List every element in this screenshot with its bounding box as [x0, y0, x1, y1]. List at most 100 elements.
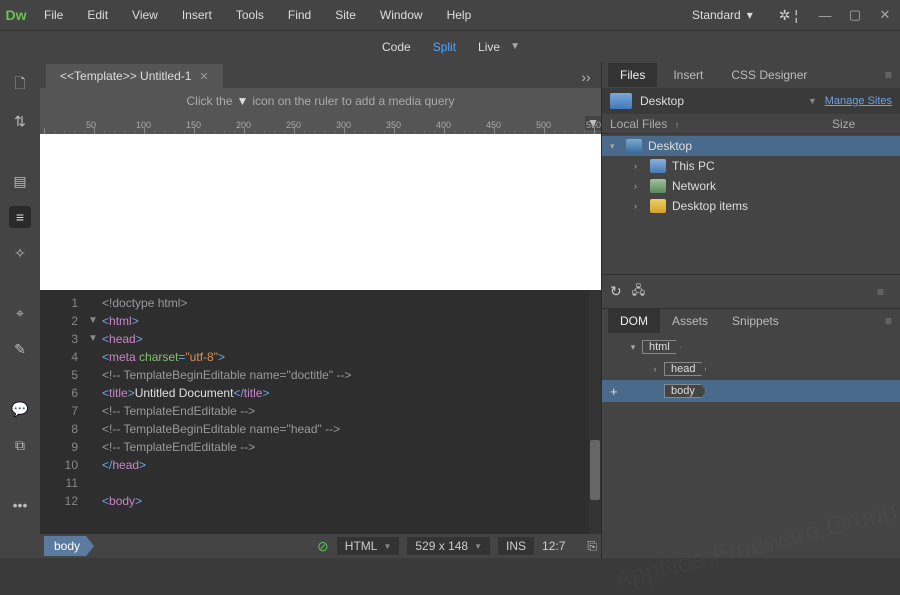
- panel-tab-assets[interactable]: Assets: [660, 309, 720, 333]
- chevron-down-icon[interactable]: ▼: [510, 41, 520, 52]
- files-header[interactable]: Local Files ↑ Size: [602, 114, 900, 134]
- document-tab[interactable]: <<Template>> Untitled-1 ✕: [46, 64, 223, 88]
- code-line[interactable]: <html>: [102, 312, 589, 330]
- doctype-selector[interactable]: HTML ▼: [337, 537, 400, 555]
- workspace-selector[interactable]: Standard ▾: [678, 8, 767, 22]
- expand-panels-icon[interactable]: ››: [575, 66, 597, 88]
- panel-tab-insert[interactable]: Insert: [661, 63, 715, 87]
- tree-row[interactable]: ▾Desktop: [602, 136, 900, 156]
- design-canvas[interactable]: [40, 134, 601, 290]
- dom-tag[interactable]: html: [642, 340, 681, 354]
- menu-tools[interactable]: Tools: [224, 1, 276, 29]
- site-selector[interactable]: Desktop: [640, 94, 800, 108]
- code-line[interactable]: <body>: [102, 492, 589, 510]
- minimize-button[interactable]: —: [810, 0, 840, 30]
- panel-menu-icon[interactable]: ≡: [885, 68, 900, 82]
- ftp-icon[interactable]: 🖧: [632, 281, 645, 302]
- menu-insert[interactable]: Insert: [170, 1, 224, 29]
- dom-tag[interactable]: body: [664, 384, 706, 398]
- format-icon[interactable]: ✎: [9, 338, 31, 360]
- collapse-icon[interactable]: ≡: [9, 206, 31, 228]
- code-line[interactable]: <meta charset="utf-8">: [102, 348, 589, 366]
- panel-tab-files[interactable]: Files: [608, 63, 657, 87]
- menu-find[interactable]: Find: [276, 1, 323, 29]
- add-element-icon[interactable]: +: [610, 384, 624, 399]
- files-header-size[interactable]: Size: [832, 117, 892, 131]
- panel-tab-css-designer[interactable]: CSS Designer: [719, 63, 819, 87]
- chevron-down-icon[interactable]: ▼: [808, 96, 817, 106]
- more-icon[interactable]: •••: [9, 494, 31, 516]
- dom-tag[interactable]: head: [664, 362, 706, 376]
- close-icon[interactable]: ✕: [199, 70, 208, 83]
- fold-gutter[interactable]: ▼▼: [88, 290, 102, 534]
- menu-view[interactable]: View: [120, 1, 170, 29]
- files-header-name[interactable]: Local Files ↑: [610, 117, 832, 131]
- wand-icon[interactable]: ⌖: [9, 302, 31, 324]
- fold-toggle: [88, 348, 102, 366]
- code-line[interactable]: </head>: [102, 456, 589, 474]
- menu-help[interactable]: Help: [435, 1, 484, 29]
- menu-window[interactable]: Window: [368, 1, 435, 29]
- code-line[interactable]: <!-- TemplateBeginEditable name="head" -…: [102, 420, 589, 438]
- dom-row[interactable]: + body: [602, 380, 900, 402]
- tree-row[interactable]: ›This PC: [602, 156, 900, 176]
- insert-mode[interactable]: INS: [498, 537, 534, 555]
- no-errors-icon[interactable]: ⊘: [317, 538, 329, 555]
- code-line[interactable]: <!doctype html>: [102, 294, 589, 312]
- view-switcher: Code Split Live ▼: [0, 30, 900, 62]
- code-line[interactable]: [102, 474, 589, 492]
- snippet-icon[interactable]: ⧉: [9, 434, 31, 456]
- tag-crumb[interactable]: body: [44, 536, 94, 556]
- dom-panel-tabs: DOMAssetsSnippets ≡: [602, 308, 900, 332]
- close-button[interactable]: ✕: [870, 0, 900, 30]
- chevron-down-icon: ▼: [383, 542, 391, 551]
- manage-sites-link[interactable]: Manage Sites: [825, 95, 892, 107]
- code-line[interactable]: <title>Untitled Document</title>: [102, 384, 589, 402]
- ruler[interactable]: ▼ 50100150200250300350400450500550: [40, 114, 601, 134]
- code-view-button[interactable]: Code: [380, 36, 413, 58]
- tree-row[interactable]: ›Desktop items: [602, 196, 900, 216]
- chevron-icon[interactable]: ›: [634, 201, 644, 211]
- menu-edit[interactable]: Edit: [75, 1, 120, 29]
- dom-tree[interactable]: ▾ html › head + body: [602, 332, 900, 406]
- refresh-icon[interactable]: ↻: [610, 283, 622, 300]
- code-editor[interactable]: 123456789101112 ▼▼ <!doctype html><html>…: [40, 290, 601, 534]
- maximize-button[interactable]: ▢: [840, 0, 870, 30]
- chevron-icon[interactable]: ›: [650, 364, 660, 374]
- file-icon[interactable]: 🗋: [9, 74, 31, 96]
- dom-row[interactable]: ▾ html: [610, 336, 892, 358]
- scrollbar[interactable]: [589, 290, 601, 534]
- panel-tab-dom[interactable]: DOM: [608, 309, 660, 333]
- panel-menu-icon[interactable]: ≡: [877, 285, 892, 299]
- split-view-button[interactable]: Split: [431, 36, 458, 58]
- panel-menu-icon[interactable]: ≡: [885, 314, 900, 328]
- fold-toggle[interactable]: ▼: [88, 330, 102, 348]
- code-line[interactable]: <!-- TemplateEndEditable -->: [102, 402, 589, 420]
- manage-sources-icon[interactable]: ⇅: [9, 110, 31, 132]
- window-size-selector[interactable]: 529 x 148 ▼: [407, 537, 490, 555]
- code-line[interactable]: <!-- TemplateBeginEditable name="doctitl…: [102, 366, 589, 384]
- code-text[interactable]: <!doctype html><html><head><meta charset…: [102, 290, 589, 534]
- comment-icon[interactable]: 💬: [9, 398, 31, 420]
- chevron-icon[interactable]: ▾: [610, 141, 620, 152]
- code-line[interactable]: <!-- TemplateEndEditable -->: [102, 438, 589, 456]
- files-tree[interactable]: ▾Desktop›This PC›Network›Desktop items: [602, 134, 900, 218]
- fold-toggle[interactable]: ▼: [88, 312, 102, 330]
- chevron-icon[interactable]: ▾: [628, 342, 638, 353]
- menu-site[interactable]: Site: [323, 1, 368, 29]
- sync-settings-button[interactable]: ✲ ¦: [767, 7, 810, 24]
- live-view-button[interactable]: Live: [476, 36, 502, 58]
- scroll-thumb[interactable]: [590, 440, 600, 500]
- chevron-icon[interactable]: ›: [634, 181, 644, 191]
- tree-row[interactable]: ›Network: [602, 176, 900, 196]
- list-icon[interactable]: ▤: [9, 170, 31, 192]
- code-line[interactable]: <head>: [102, 330, 589, 348]
- dom-row[interactable]: › head: [610, 358, 892, 380]
- target-icon[interactable]: ✧: [9, 242, 31, 264]
- panel-tab-snippets[interactable]: Snippets: [720, 309, 791, 333]
- line-number: 5: [40, 366, 78, 384]
- menu-file[interactable]: File: [32, 1, 75, 29]
- preview-icon[interactable]: ⎘: [587, 539, 597, 554]
- chevron-icon[interactable]: ›: [634, 161, 644, 171]
- ruler-tick: 450: [486, 120, 501, 130]
